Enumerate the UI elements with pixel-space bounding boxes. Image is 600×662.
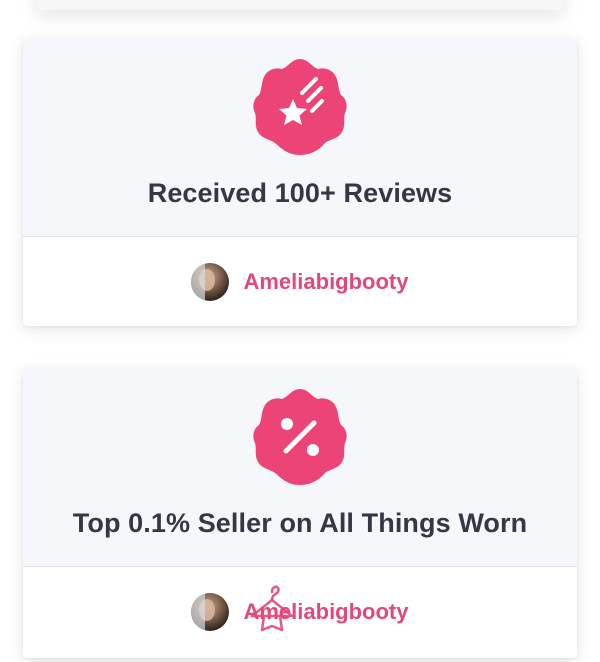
achievement-card-header: Top 0.1% Seller on All Things Worn: [23, 368, 577, 567]
achievement-card-header: Received 100+ Reviews: [23, 38, 577, 237]
achievements-page: Received 100+ Reviews Ameliabigbooty Top…: [0, 0, 600, 662]
avatar[interactable]: [191, 262, 230, 301]
achievement-card-top-seller: Top 0.1% Seller on All Things Worn Ameli…: [23, 368, 577, 658]
achievement-title: Top 0.1% Seller on All Things Worn: [72, 508, 528, 538]
achievement-card-reviews: Received 100+ Reviews Ameliabigbooty: [23, 38, 577, 326]
previous-card-edge: [36, 0, 564, 10]
username-link[interactable]: Ameliabigbooty: [243, 269, 408, 295]
achievement-owner[interactable]: Ameliabigbooty: [23, 237, 577, 326]
shooting-star-icon: [250, 57, 350, 157]
avatar[interactable]: [191, 592, 230, 631]
achievement-title: Received 100+ Reviews: [147, 178, 453, 208]
percent-icon: [250, 387, 350, 487]
achievement-owner[interactable]: Ameliabigbooty: [23, 567, 577, 656]
hanger-icon: [248, 578, 296, 636]
